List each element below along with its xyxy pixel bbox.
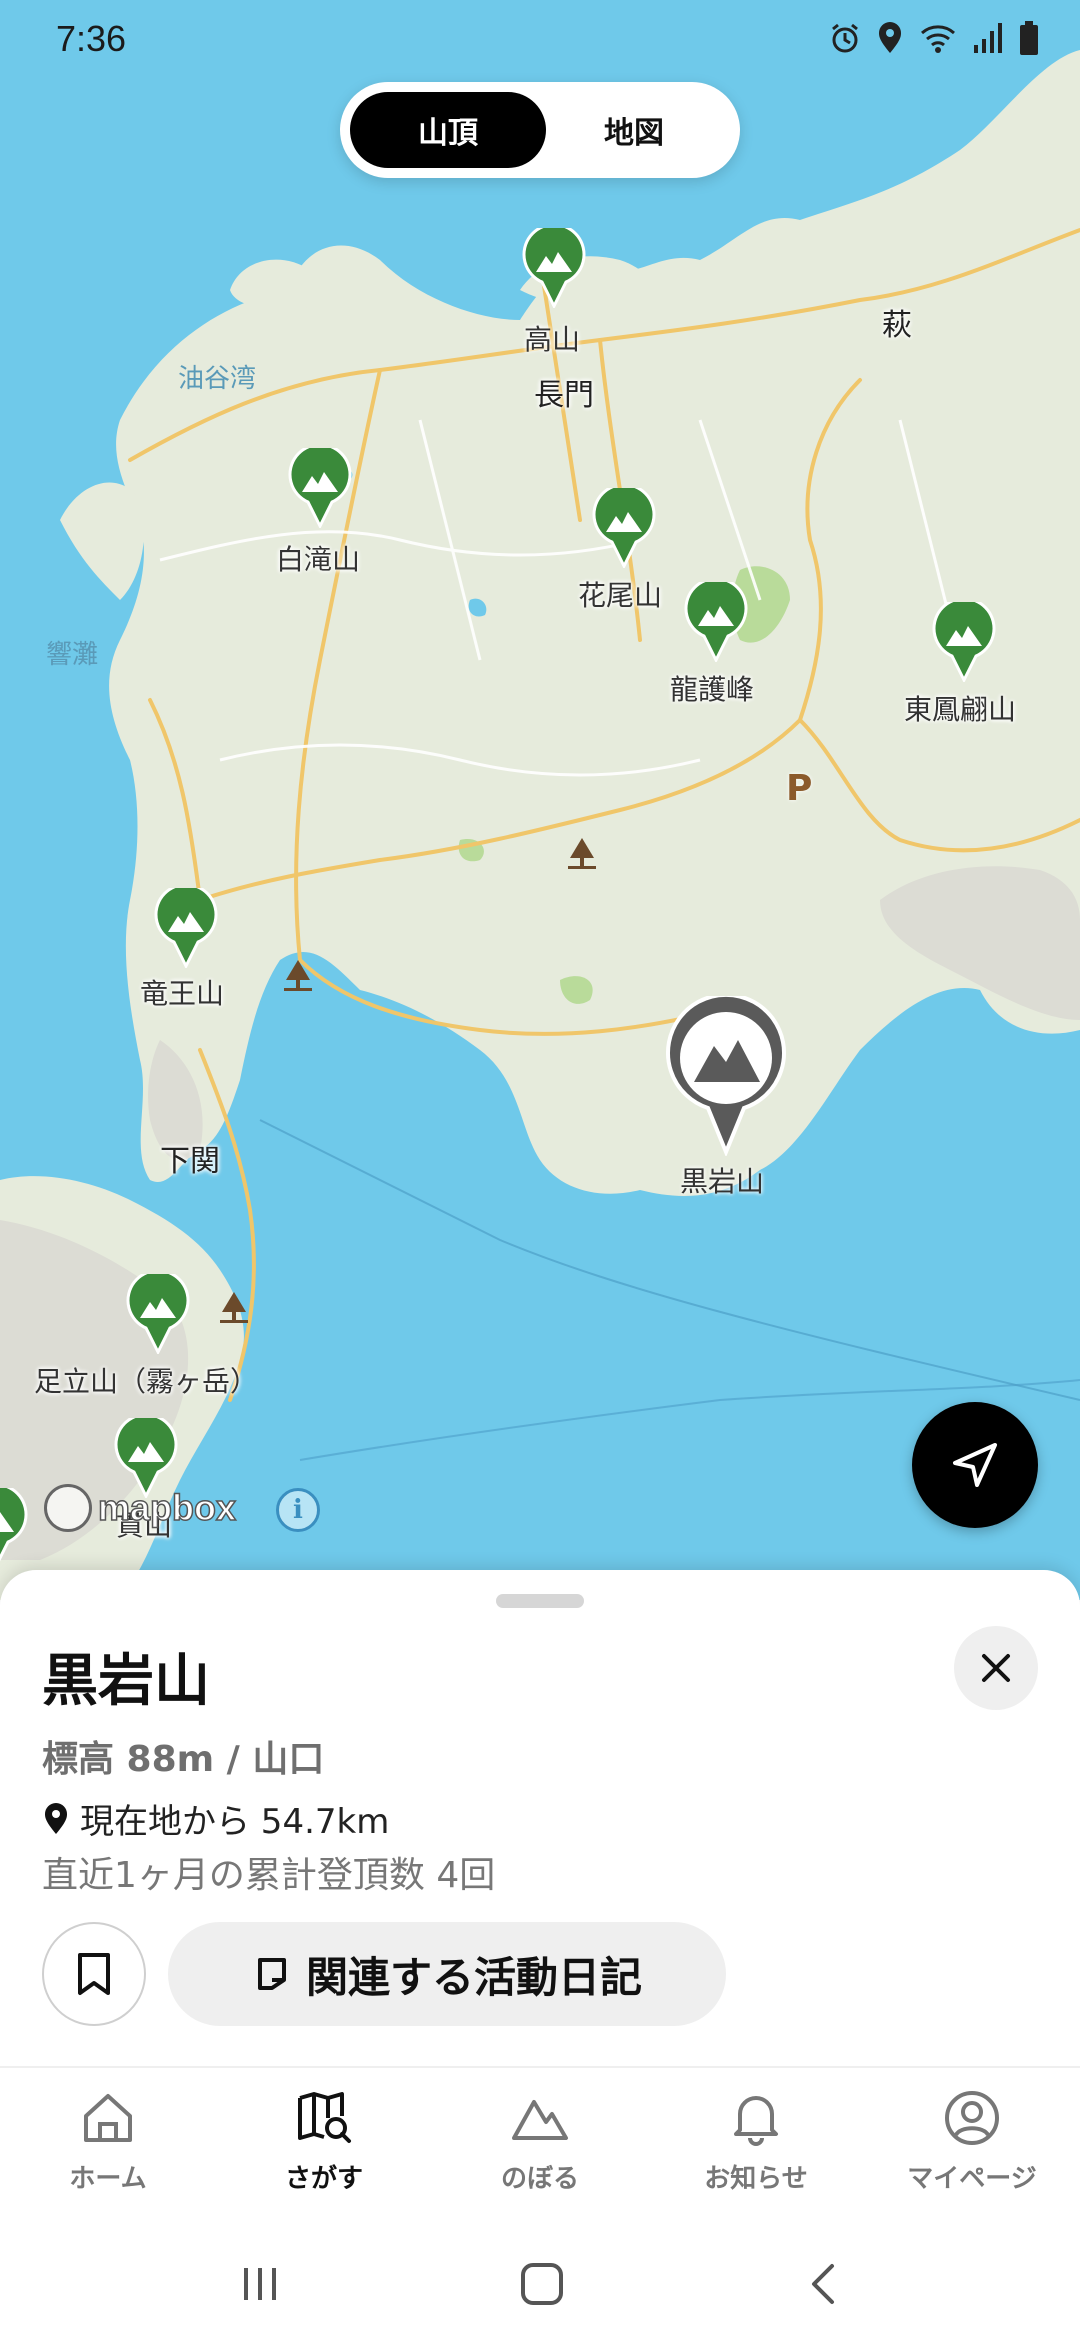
peak-pin-takayama[interactable] <box>522 228 586 308</box>
nav-search[interactable]: さがす <box>234 2088 414 2195</box>
toggle-map-button[interactable]: 地図 <box>536 92 732 168</box>
mountain-pin-icon <box>684 582 748 662</box>
toggle-summit-button[interactable]: 山頂 <box>350 92 546 168</box>
peak-name-shirotakiyama: 白滝山 <box>276 543 361 576</box>
home-square-icon <box>521 2263 563 2305</box>
mapbox-logo[interactable]: mapbox <box>44 1484 237 1532</box>
info-icon[interactable]: i <box>276 1488 320 1532</box>
peak-pin-higashihoushouzan[interactable] <box>932 602 996 682</box>
mountain-pin-icon <box>154 888 218 968</box>
selected-peak-pin[interactable] <box>664 992 788 1158</box>
place-label-yuyawan: 油谷湾 <box>178 364 257 394</box>
peak-pin-ryugomine[interactable] <box>684 582 748 662</box>
back-button[interactable] <box>794 2254 854 2314</box>
recent-apps-button[interactable] <box>230 2254 290 2314</box>
mountain-pin-icon <box>932 602 996 682</box>
current-location-button[interactable] <box>912 1402 1038 1528</box>
bottom-navigation: ホーム さがす のぼる お知らせ マイページ <box>0 2066 1080 2230</box>
mountain-pin-icon <box>126 1274 190 1354</box>
peak-pin-ryuouzan[interactable] <box>154 888 218 968</box>
user-profile-icon <box>945 2091 999 2145</box>
mountain-pin-selected-icon <box>666 992 786 1158</box>
place-label-shimonoseki: 下関 <box>160 1144 220 1179</box>
park-icon <box>280 958 316 994</box>
home-icon <box>84 2094 132 2142</box>
place-label-hibikinada: 響灘 <box>46 640 99 670</box>
nav-search-label: さがす <box>284 2164 363 2194</box>
nav-notifications[interactable]: お知らせ <box>666 2088 846 2195</box>
mountain-icon <box>512 2100 568 2140</box>
related-diary-label: 関連する活動日記 <box>305 1952 642 2002</box>
peak-detail-sheet: 黒岩山 標高 88m / 山口 現在地から 54.7km 直近1ヶ月の累計登頂数… <box>0 1570 1080 2070</box>
nav-climb-label: のぼる <box>500 2164 579 2194</box>
place-label-nagato: 長門 <box>534 378 594 413</box>
signal-icon <box>972 21 1004 59</box>
close-icon <box>982 1654 1010 1682</box>
park-icon <box>216 1290 252 1326</box>
place-label-hagi: 萩 <box>882 308 912 343</box>
nav-mypage[interactable]: マイページ <box>882 2088 1062 2195</box>
selected-peak-name: 黒岩山 <box>680 1165 765 1198</box>
mountain-pin-icon <box>0 1488 28 1562</box>
sheet-drag-handle[interactable] <box>496 1594 584 1608</box>
park-icon <box>564 836 600 872</box>
mapbox-text: mapbox <box>97 1486 237 1529</box>
home-system-button[interactable] <box>512 2254 572 2314</box>
peak-distance-text: 現在地から 54.7km <box>80 1802 390 1842</box>
wifi-icon <box>918 21 958 59</box>
nav-climb[interactable]: のぼる <box>450 2088 630 2195</box>
map-view[interactable]: 長門 萩 油谷湾 響灘 下関 高山 白滝山 花尾山 龍護峰 東鳳翩山 竜王山 足… <box>0 0 1080 1600</box>
peak-name-ryugomine: 龍護峰 <box>670 673 755 706</box>
peak-name-takayama: 高山 <box>524 323 581 356</box>
peak-name-ryuouzan: 竜王山 <box>140 977 225 1010</box>
mountain-pin-icon <box>288 448 352 528</box>
location-pin-icon <box>45 1802 67 1834</box>
peak-pin-offscreen[interactable] <box>0 1488 28 1568</box>
peak-pin-adachiyama[interactable] <box>126 1274 190 1354</box>
peak-name-adachiyama: 足立山（霧ヶ岳） <box>34 1365 259 1398</box>
status-icons <box>828 20 1040 60</box>
bell-icon <box>734 2096 778 2146</box>
mountain-pin-icon <box>592 488 656 568</box>
peak-name-hanaoyama: 花尾山 <box>578 579 663 612</box>
map-search-icon <box>298 2092 351 2143</box>
parking-icon: P <box>786 768 813 809</box>
related-diary-button[interactable]: 関連する活動日記 <box>168 1922 726 2026</box>
nav-mypage-label: マイページ <box>907 2164 1037 2194</box>
peak-pin-shirotakiyama[interactable] <box>288 448 352 528</box>
nav-notifications-label: お知らせ <box>704 2164 808 2194</box>
back-chevron-icon <box>812 2264 834 2304</box>
nav-home-label: ホーム <box>69 2164 147 2194</box>
peak-climb-count: 直近1ヶ月の累計登頂数 4回 <box>42 1855 496 1896</box>
peak-title: 黒岩山 <box>42 1649 210 1714</box>
peak-name-higashihoushouzan: 東鳳翩山 <box>904 693 1017 726</box>
navigation-arrow-icon <box>953 1443 997 1487</box>
system-navigation-bar <box>0 2230 1080 2340</box>
diary-book-icon <box>257 1958 286 1990</box>
alarm-icon <box>828 21 862 59</box>
bookmark-icon <box>78 1953 110 1995</box>
nav-home[interactable]: ホーム <box>18 2088 198 2195</box>
peak-elevation: 標高 88m / 山口 <box>42 1739 325 1780</box>
recent-apps-icon <box>244 2268 276 2300</box>
status-bar: 7:36 <box>0 0 1080 80</box>
status-time: 7:36 <box>56 18 127 59</box>
bookmark-button[interactable] <box>42 1922 146 2026</box>
location-icon <box>876 21 904 59</box>
view-mode-toggle: 山頂 地図 <box>340 82 740 178</box>
peak-pin-hanaoyama[interactable] <box>592 488 656 568</box>
battery-icon <box>1018 20 1040 60</box>
close-button[interactable] <box>954 1626 1038 1710</box>
mountain-pin-icon <box>522 228 586 308</box>
mapbox-mark-icon <box>44 1484 92 1532</box>
peak-distance: 現在地から 54.7km <box>42 1794 389 1843</box>
